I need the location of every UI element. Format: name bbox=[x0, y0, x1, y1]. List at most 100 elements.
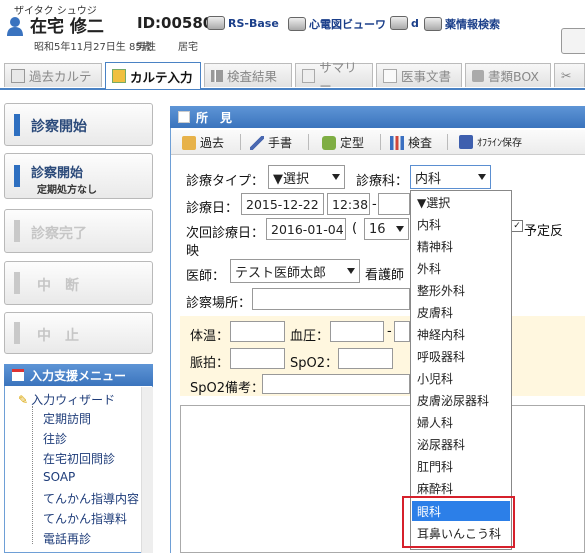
bp-dash: - bbox=[387, 324, 392, 339]
reflect-label-cont: 映 bbox=[186, 244, 200, 259]
next-visit-label: 次回診療日： bbox=[186, 226, 265, 241]
chart-icon bbox=[390, 135, 404, 150]
findings-toolbar bbox=[171, 130, 585, 155]
interrupt-button[interactable]: 中 断 bbox=[4, 261, 153, 305]
next-visit-time-select[interactable]: 16 bbox=[364, 218, 409, 240]
box-icon bbox=[472, 69, 484, 82]
birth-date: 昭和5年11月27日生 85歳 bbox=[34, 42, 152, 53]
d-link[interactable]: d bbox=[390, 16, 419, 30]
reflect-label: 予定反 bbox=[524, 224, 564, 239]
start-exam-no-prescription-button[interactable]: 診察開始 定期処方なし bbox=[4, 153, 153, 199]
dropdown-option[interactable]: 麻酔科 bbox=[417, 478, 509, 498]
separator bbox=[240, 134, 241, 150]
menu-item[interactable]: てんかん指導内容 bbox=[43, 490, 139, 507]
highlight-annotation bbox=[402, 496, 515, 548]
visit-type-select[interactable]: ▼選択 bbox=[268, 165, 345, 189]
start-sub-label: 定期処方なし bbox=[37, 185, 97, 196]
separator bbox=[447, 134, 448, 150]
department-label: 診療科： bbox=[356, 174, 409, 189]
findings-header: 所 見 bbox=[170, 106, 585, 128]
stop-button[interactable]: 中 止 bbox=[4, 312, 153, 354]
pulse-input[interactable] bbox=[230, 348, 285, 369]
tab-past-chart[interactable]: 過去カルテ bbox=[4, 63, 102, 87]
separator bbox=[380, 134, 381, 150]
paren-open: ( bbox=[352, 221, 358, 236]
document-icon bbox=[383, 68, 397, 83]
tab-document-box[interactable]: 書類BOX bbox=[465, 63, 551, 87]
dropdown-option[interactable]: 神経内科 bbox=[417, 324, 509, 344]
bp-diastolic-input[interactable] bbox=[394, 321, 410, 342]
findings-textarea[interactable] bbox=[180, 405, 585, 553]
menu-item[interactable]: 電話再診 bbox=[43, 530, 91, 547]
dropdown-option[interactable]: 外科 bbox=[417, 258, 509, 278]
handwrite-button[interactable]: 手書 bbox=[250, 134, 292, 151]
reflect-checkbox[interactable]: ✓ bbox=[511, 220, 523, 232]
visit-date-label: 診療日： bbox=[186, 201, 239, 216]
dropdown-option[interactable]: 整形外科 bbox=[417, 280, 509, 300]
complete-exam-button[interactable]: 診察完了 bbox=[4, 209, 153, 253]
tree-line bbox=[32, 406, 42, 544]
dropdown-option[interactable]: 皮膚泌尿器科 bbox=[417, 390, 509, 410]
menu-item[interactable]: 在宅初回問診 bbox=[43, 450, 115, 467]
calendar-icon bbox=[12, 369, 24, 381]
tab-chart-input[interactable]: カルテ入力 bbox=[105, 62, 201, 89]
chart-icon bbox=[211, 69, 223, 82]
tab-more[interactable]: ✂ bbox=[554, 63, 585, 87]
header-menu-button[interactable] bbox=[561, 28, 585, 54]
template-button[interactable]: 定型 bbox=[322, 134, 364, 151]
visit-time-input[interactable]: 12:38 bbox=[327, 193, 370, 215]
spo2-input[interactable] bbox=[338, 348, 393, 369]
exam-place-label: 診察場所： bbox=[186, 296, 252, 311]
spo2-note-input[interactable] bbox=[262, 374, 410, 394]
dropdown-option[interactable]: 婦人科 bbox=[417, 412, 509, 432]
patient-id: ID:00580 bbox=[137, 14, 214, 32]
temperature-input[interactable] bbox=[230, 321, 285, 342]
ecg-viewer-link[interactable]: 心電図ビューワ bbox=[288, 16, 386, 32]
car-icon bbox=[390, 16, 408, 30]
exam-place-input[interactable] bbox=[252, 288, 410, 310]
temperature-label: 体温： bbox=[190, 329, 230, 344]
visit-date-input[interactable]: 2015-12-22 bbox=[241, 193, 324, 215]
dropdown-option[interactable]: ▼選択 bbox=[417, 192, 509, 212]
pen-icon bbox=[250, 135, 264, 150]
rs-base-link[interactable]: RS-Base bbox=[207, 16, 279, 30]
start-exam-button[interactable]: 診察開始 bbox=[4, 103, 153, 146]
menu-item[interactable]: 往診 bbox=[43, 430, 67, 447]
scissors-icon: ✂ bbox=[561, 68, 572, 83]
pulse-label: 脈拍： bbox=[190, 356, 230, 371]
menu-item[interactable]: てんかん指導料 bbox=[43, 510, 127, 527]
tab-summary[interactable]: サマリー bbox=[295, 60, 373, 94]
nurse-label: 看護師 bbox=[365, 268, 405, 283]
dropdown-option[interactable]: 小児科 bbox=[417, 368, 509, 388]
tab-lab-results[interactable]: 検査結果 bbox=[204, 63, 292, 87]
past-button[interactable]: 過去 bbox=[182, 134, 224, 151]
spo2-note-label: SpO2備考： bbox=[190, 381, 265, 396]
sex: 男性 bbox=[136, 42, 156, 53]
next-visit-input[interactable]: 2016-01-04 bbox=[266, 218, 346, 240]
pencil-icon bbox=[178, 111, 190, 123]
offline-save-button[interactable]: ｵﾌﾗｲﾝ保存 bbox=[459, 134, 522, 149]
tab-medical-documents[interactable]: 医事文書 bbox=[376, 63, 462, 87]
menu-scrollbar[interactable] bbox=[141, 387, 153, 553]
drug-info-link[interactable]: 薬情報検索 bbox=[424, 16, 500, 32]
menu-header: 入力支援メニュー bbox=[4, 364, 153, 386]
separator bbox=[308, 134, 309, 150]
bp-systolic-input[interactable] bbox=[330, 321, 384, 342]
dropdown-option[interactable]: 泌尿器科 bbox=[417, 434, 509, 454]
lab-button[interactable]: 検査 bbox=[390, 134, 432, 151]
doctor-select[interactable]: テスト医師太郎 bbox=[230, 259, 360, 283]
blood-pressure-label: 血圧： bbox=[290, 329, 330, 344]
arrow-icon bbox=[182, 135, 196, 150]
department-select[interactable]: 内科 bbox=[410, 165, 491, 189]
car-icon bbox=[288, 17, 306, 31]
menu-item[interactable]: SOAP bbox=[43, 470, 75, 484]
dropdown-option[interactable]: 呼吸器科 bbox=[417, 346, 509, 366]
stamp-icon bbox=[322, 135, 336, 150]
menu-item[interactable]: 定期訪問 bbox=[43, 410, 91, 427]
dropdown-option[interactable]: 精神科 bbox=[417, 236, 509, 256]
dropdown-option[interactable]: 肛門科 bbox=[417, 456, 509, 476]
floppy-icon bbox=[459, 134, 473, 149]
end-time-input[interactable] bbox=[378, 193, 410, 215]
dropdown-option[interactable]: 内科 bbox=[417, 214, 509, 234]
dropdown-option[interactable]: 皮膚科 bbox=[417, 302, 509, 322]
